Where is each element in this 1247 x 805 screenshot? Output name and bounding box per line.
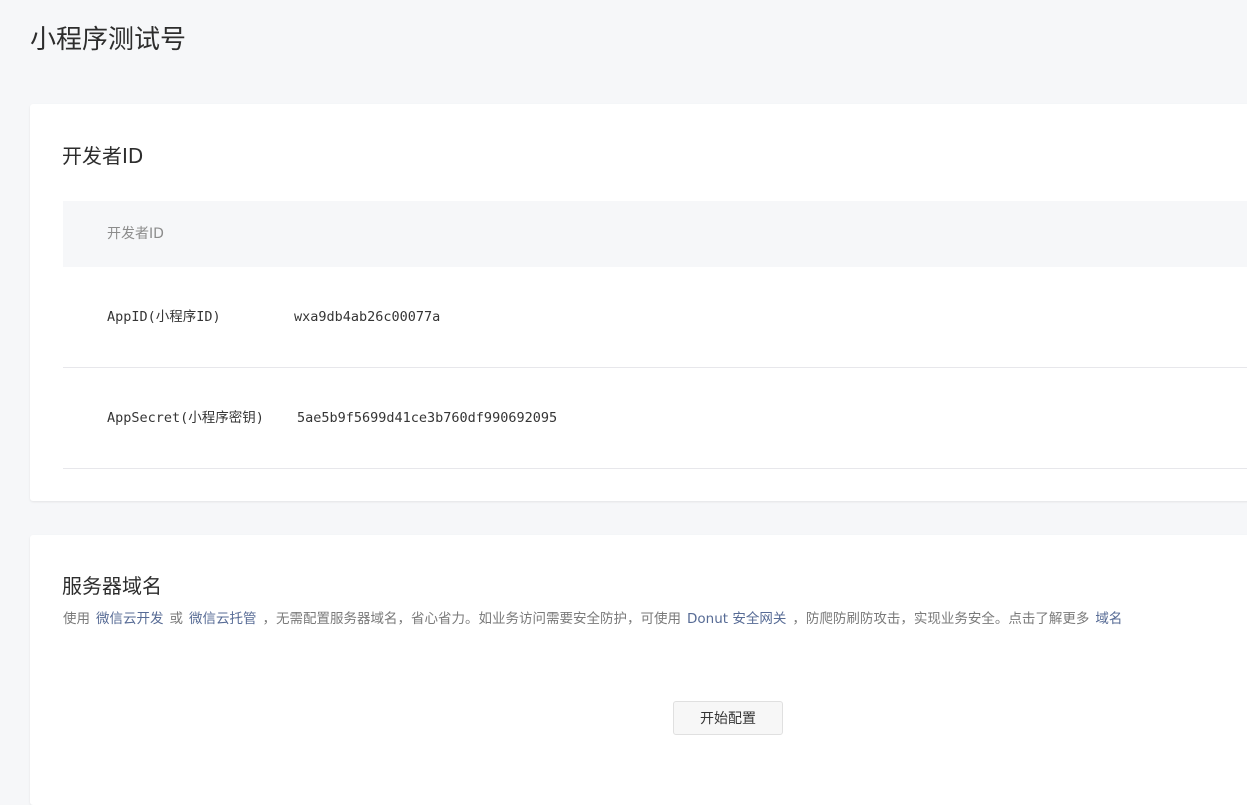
wechat-cloud-dev-link[interactable]: 微信云开发	[96, 611, 164, 627]
table-header-label: 开发者ID	[107, 226, 164, 242]
page-title: 小程序测试号	[30, 25, 187, 55]
desc-text-3: ，无需配置服务器域名，省心省力。如业务访问需要安全防护，可使用	[262, 611, 682, 627]
desc-text-1: 使用	[63, 611, 90, 627]
server-domain-card: 服务器域名 使用 微信云开发或微信云托管 ，无需配置服务器域名，省心省力。如业务访问…	[30, 535, 1247, 805]
table-row-appsecret: AppSecret(小程序密钥) 5ae5b9f5699d41ce3b760df…	[63, 368, 1247, 469]
appid-value[interactable]: wxa9db4ab26c00077a	[294, 307, 440, 327]
desc-text-2: 或	[169, 611, 184, 627]
donut-security-gateway-link[interactable]: Donut 安全网关	[687, 611, 786, 627]
developer-id-card: 开发者ID 开发者ID AppID(小程序ID) wxa9db4ab26c000…	[30, 104, 1247, 501]
appsecret-value[interactable]: 5ae5b9f5699d41ce3b760df990692095	[297, 408, 557, 428]
developer-id-table-header: 开发者ID	[63, 201, 1247, 267]
server-domain-description: 使用 微信云开发或微信云托管 ，无需配置服务器域名，省心省力。如业务访问需要安全防护…	[63, 609, 1128, 629]
developer-id-section-title: 开发者ID	[62, 144, 144, 168]
table-row-appid: AppID(小程序ID) wxa9db4ab26c00077a	[63, 267, 1247, 368]
desc-text-4: ，防爬防刷防攻击，实现业务安全。点击了解更多	[792, 611, 1090, 627]
server-domain-section-title: 服务器域名	[62, 574, 162, 598]
start-config-button[interactable]: 开始配置	[673, 701, 783, 735]
appsecret-label: AppSecret(小程序密钥)	[107, 410, 264, 426]
appid-label: AppID(小程序ID)	[107, 309, 221, 325]
learn-more-link[interactable]: 域名	[1095, 611, 1122, 627]
wechat-cloud-hosting-link[interactable]: 微信云托管	[189, 611, 257, 627]
